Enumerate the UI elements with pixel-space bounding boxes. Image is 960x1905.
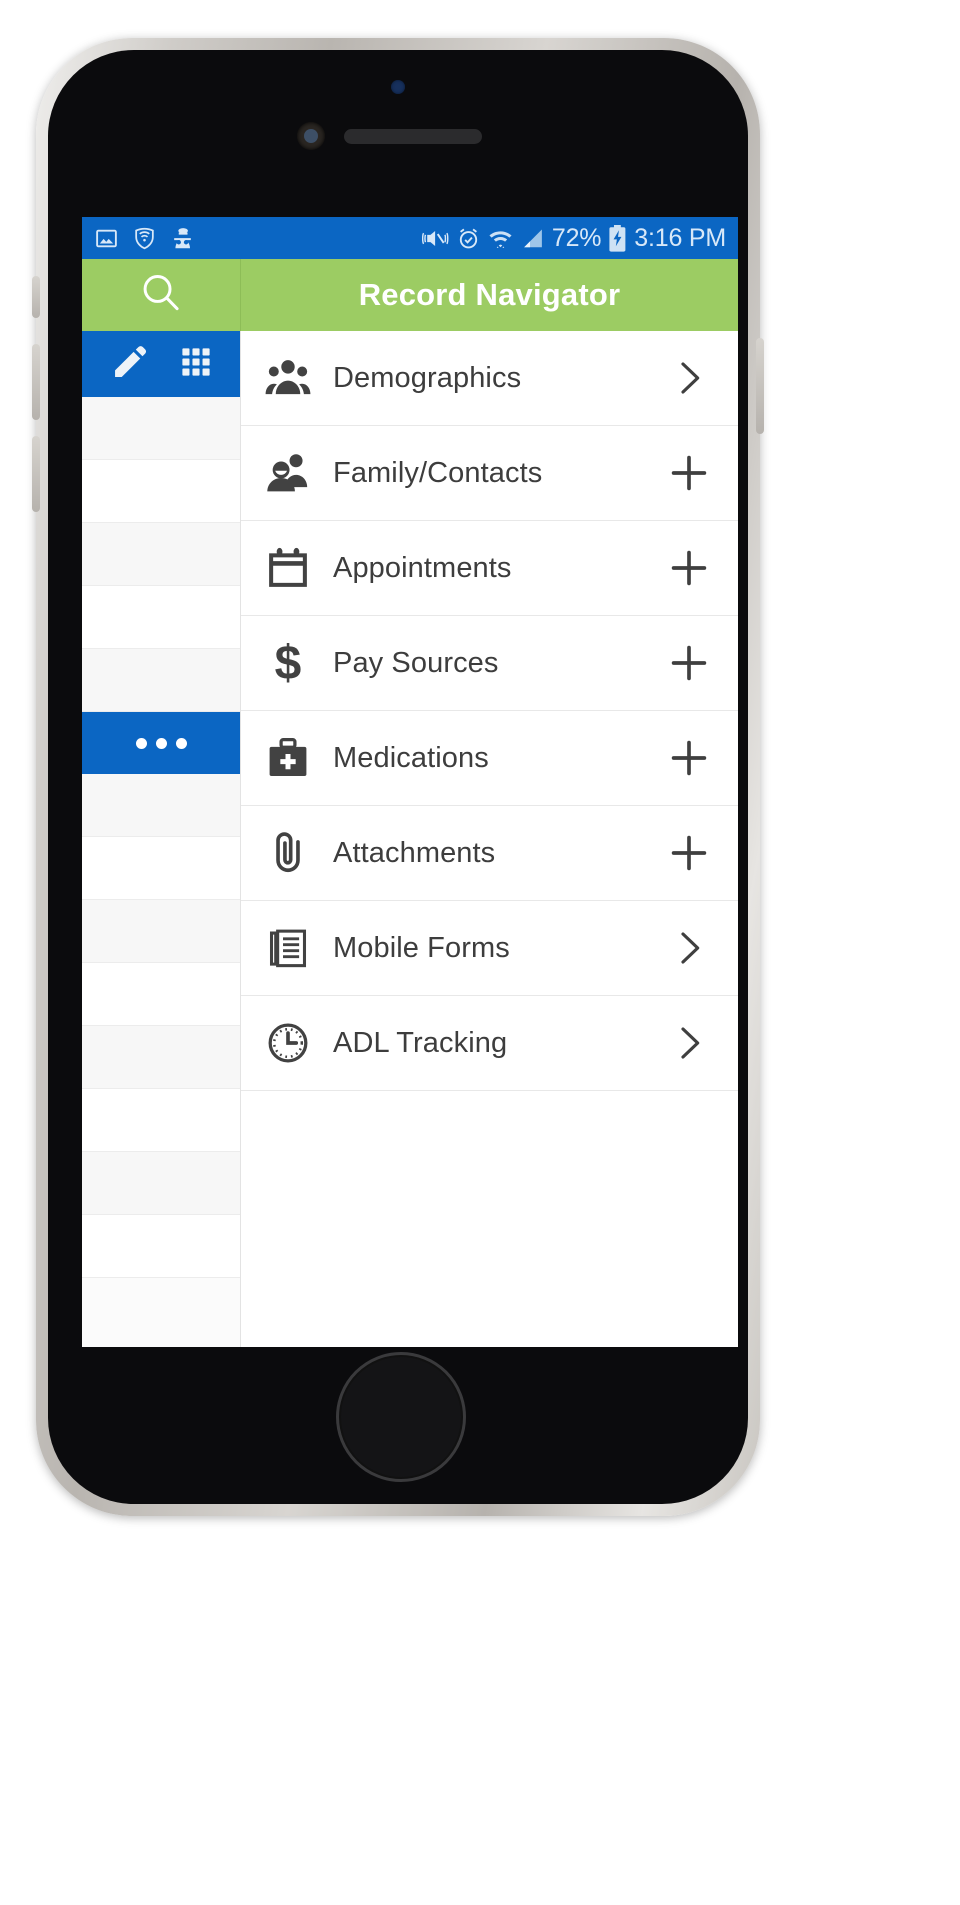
two-people-icon <box>259 450 317 496</box>
chevron-right-icon[interactable] <box>666 1023 712 1063</box>
cellular-signal-icon <box>520 226 545 251</box>
sidebar-toolbar <box>82 331 240 397</box>
app-bar-title-container: Record Navigator <box>241 259 738 331</box>
alarm-clock-icon <box>456 226 481 251</box>
vibrate-mute-icon <box>421 226 449 251</box>
medical-kit-icon <box>259 735 317 781</box>
list-item-label: Attachments <box>333 836 496 869</box>
status-bar-left-icons <box>94 226 195 251</box>
document-lines-icon <box>259 925 317 971</box>
sidebar-row[interactable] <box>82 837 240 900</box>
incognito-icon <box>170 226 195 251</box>
search-icon <box>138 270 184 321</box>
edit-pencil-icon[interactable] <box>110 343 148 386</box>
phone-bezel: 72% 3:16 PM Record Navigator Demographic… <box>48 50 748 1504</box>
list-item[interactable]: Family/Contacts <box>241 426 738 521</box>
plus-icon[interactable] <box>666 832 712 874</box>
battery-percentage: 72% <box>551 223 602 252</box>
plus-icon[interactable] <box>666 547 712 589</box>
svg-text:$: $ <box>275 640 302 686</box>
list-item[interactable]: Mobile Forms <box>241 901 738 996</box>
list-item-label: Appointments <box>333 551 512 584</box>
list-item-label: Pay Sources <box>333 646 499 679</box>
search-button[interactable] <box>82 259 241 331</box>
app-bar: Record Navigator <box>82 259 738 331</box>
earpiece-speaker <box>344 129 482 144</box>
sidebar-row[interactable] <box>82 900 240 963</box>
clock-icon <box>259 1020 317 1066</box>
list-item-label: Family/Contacts <box>333 456 543 489</box>
paperclip-icon <box>259 830 317 876</box>
screenshot-image-icon <box>94 226 119 251</box>
sidebar-row[interactable] <box>82 649 240 712</box>
page-title: Record Navigator <box>358 277 621 312</box>
sidebar-row[interactable] <box>82 586 240 649</box>
list-item[interactable]: ADL Tracking <box>241 996 738 1091</box>
list-empty-area <box>241 1091 738 1347</box>
dollar-sign-icon: $ <box>259 640 317 686</box>
people-group-icon <box>259 355 317 401</box>
list-item-label: Demographics <box>333 361 522 394</box>
sidebar-overflow-button[interactable] <box>82 712 240 774</box>
list-item[interactable]: Appointments <box>241 521 738 616</box>
proximity-sensor-icon <box>391 80 405 94</box>
record-navigator-list: Demographics Family/Contacts Appointment… <box>240 331 738 1347</box>
sidebar-row[interactable] <box>82 460 240 523</box>
list-item[interactable]: $ Pay Sources <box>241 616 738 711</box>
sidebar-row[interactable] <box>82 1152 240 1215</box>
wifi-icon <box>488 226 513 251</box>
sidebar-row-list <box>82 397 240 1278</box>
calendar-icon <box>259 545 317 591</box>
silent-switch[interactable] <box>32 276 40 318</box>
chevron-right-icon[interactable] <box>666 928 712 968</box>
sidebar-row[interactable] <box>82 1026 240 1089</box>
list-item-label: Medications <box>333 741 489 774</box>
sidebar-row[interactable] <box>82 963 240 1026</box>
plus-icon[interactable] <box>666 737 712 779</box>
phone-frame: 72% 3:16 PM Record Navigator Demographic… <box>32 38 764 1516</box>
left-sidebar <box>82 331 240 1347</box>
sidebar-row[interactable] <box>82 397 240 460</box>
home-button[interactable] <box>336 1352 466 1482</box>
status-bar: 72% 3:16 PM <box>82 217 738 259</box>
list-item[interactable]: Attachments <box>241 806 738 901</box>
power-button[interactable] <box>756 338 764 434</box>
sidebar-row[interactable] <box>82 1215 240 1278</box>
list-item[interactable]: Demographics <box>241 331 738 426</box>
vpn-shield-icon <box>132 226 157 251</box>
list-item-label: ADL Tracking <box>333 1026 508 1059</box>
plus-icon[interactable] <box>666 452 712 494</box>
list-item[interactable]: Medications <box>241 711 738 806</box>
volume-down-button[interactable] <box>32 436 40 512</box>
sidebar-row[interactable] <box>82 523 240 586</box>
status-bar-clock: 3:16 PM <box>634 223 726 252</box>
chevron-right-icon[interactable] <box>666 358 712 398</box>
front-camera-icon <box>297 122 325 150</box>
status-bar-right-icons: 72% 3:16 PM <box>421 223 726 253</box>
grid-apps-icon[interactable] <box>179 345 213 384</box>
sidebar-row[interactable] <box>82 774 240 837</box>
plus-icon[interactable] <box>666 642 712 684</box>
overflow-dots-icon <box>135 737 187 749</box>
list-item-label: Mobile Forms <box>333 931 510 964</box>
content-area: Demographics Family/Contacts Appointment… <box>82 331 738 1347</box>
sidebar-row[interactable] <box>82 1089 240 1152</box>
volume-up-button[interactable] <box>32 344 40 420</box>
battery-charging-icon <box>608 224 627 252</box>
phone-screen: 72% 3:16 PM Record Navigator Demographic… <box>82 217 738 1347</box>
